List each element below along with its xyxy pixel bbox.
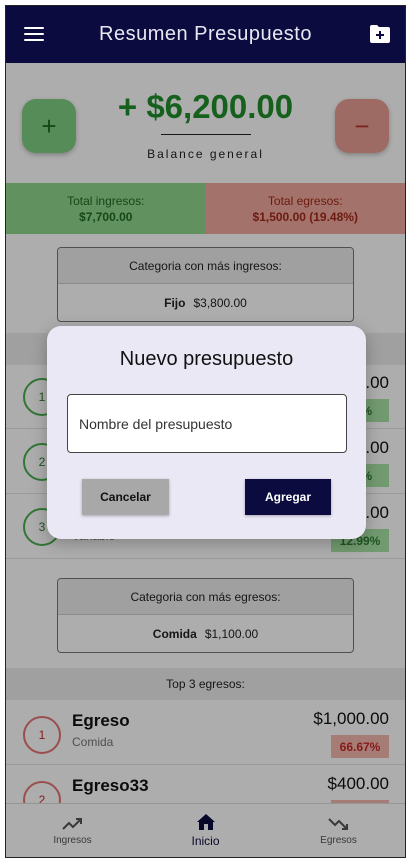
create-folder-icon[interactable] (369, 24, 391, 44)
add-budget-button[interactable]: Agregar (245, 479, 331, 515)
budget-name-input[interactable] (67, 394, 347, 453)
new-budget-dialog: Nuevo presupuesto Cancelar Agregar (47, 326, 366, 539)
page-title: Resumen Presupuesto (99, 23, 312, 45)
dialog-title: Nuevo presupuesto (119, 348, 294, 370)
app-frame: Resumen Presupuesto + − + $6,200.00 Bala… (5, 5, 406, 858)
app-bar: Resumen Presupuesto (6, 6, 405, 63)
menu-icon[interactable] (24, 27, 44, 42)
cancel-button[interactable]: Cancelar (82, 479, 169, 515)
